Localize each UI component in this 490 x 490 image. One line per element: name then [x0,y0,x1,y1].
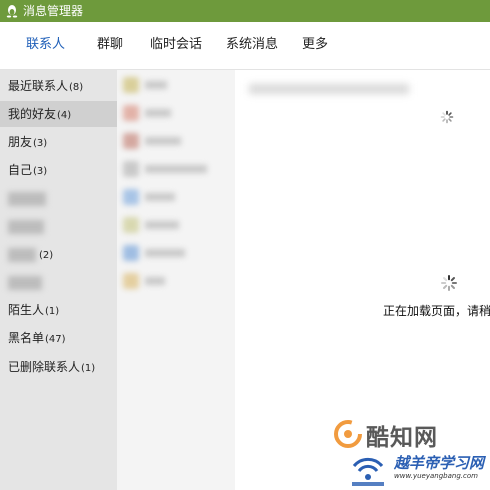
watermark-yueyang: 越羊帝学习网 www.yueyangbang.com [346,446,490,490]
list-item[interactable] [117,156,235,182]
sidebar-item-count: (4) [57,110,72,121]
blurred-group-name [8,219,44,234]
sidebar-item-self[interactable]: 自己(3) [0,157,117,183]
tab-bar: 联系人 群聊 临时会话 系统消息 更多 [0,22,490,70]
blurred-group-name [8,275,42,290]
loading-spinner-icon [441,275,457,291]
list-item[interactable] [117,212,235,238]
blurred-contact-name [145,221,179,229]
blurred-contact-name [145,165,207,173]
loading-spinner-icon [440,110,454,124]
tab-group-chats[interactable]: 群聊 [97,36,123,54]
sidebar-item-count: (3) [33,166,48,177]
wifi-logo-icon [352,457,384,486]
friend-list [117,70,235,490]
sidebar-item-deleted-contacts[interactable]: 已删除联系人(1) [0,354,117,380]
sidebar-item-count: (47) [45,334,66,345]
watermark-secondary-text: 越羊帝学习网 [394,454,485,472]
window-title: 消息管理器 [23,4,84,18]
avatar [123,161,139,177]
avatar [123,189,139,205]
list-item[interactable] [117,268,235,294]
tab-temporary-chats[interactable]: 临时会话 [150,36,202,54]
blurred-contact-name [145,137,181,145]
blurred-contact-name [145,277,165,285]
sidebar-item-blurred-group[interactable] [0,213,117,239]
avatar [123,245,139,261]
sidebar-item-label: 最近联系人 [8,79,69,93]
blurred-contact-name [145,109,171,117]
list-item[interactable] [117,184,235,210]
sidebar-item-blacklist[interactable]: 黑名单(47) [0,325,117,351]
blurred-contact-name [145,193,175,201]
tab-more[interactable]: 更多 [302,36,328,54]
sidebar-item-label: 已删除联系人 [8,360,81,374]
sidebar-item-my-friends[interactable]: 我的好友(4) [0,101,117,127]
sidebar-item-label: 陌生人 [8,303,45,317]
list-item[interactable] [117,128,235,154]
contact-group-sidebar: 最近联系人(8) 我的好友(4) 朋友(3) 自己(3) (2) 陌生人(1) … [0,70,117,490]
sidebar-item-label: 自己 [8,163,33,177]
loading-status-text: 正在加载页面，请稍 [383,304,490,318]
sidebar-item-label: 我的好友 [8,107,57,121]
sidebar-item-blurred-group[interactable] [0,185,117,211]
sidebar-item-count: (2) [39,250,54,261]
blurred-contact-name [145,249,185,257]
sidebar-item-count: (1) [45,306,60,317]
watermark-url: www.yueyangbang.com [394,472,478,480]
sidebar-item-label: 黑名单 [8,331,45,345]
title-bar: 消息管理器 [0,0,490,22]
sidebar-item-blurred-group[interactable]: (2) [0,241,117,267]
avatar [123,77,139,93]
sidebar-item-count: (8) [69,82,84,93]
sidebar-item-label: 朋友 [8,135,33,149]
blurred-group-name [8,191,46,206]
tab-system-messages[interactable]: 系统消息 [226,36,278,54]
blurred-contact-name [145,81,167,89]
list-item[interactable] [117,72,235,98]
list-item[interactable] [117,240,235,266]
sidebar-item-count: (1) [81,363,96,374]
blurred-conversation-header [249,84,409,94]
sidebar-item-friends[interactable]: 朋友(3) [0,129,117,155]
sidebar-item-strangers[interactable]: 陌生人(1) [0,297,117,323]
avatar [123,105,139,121]
sidebar-item-recent-contacts[interactable]: 最近联系人(8) [0,73,117,99]
tab-contacts[interactable]: 联系人 [26,36,65,54]
qq-penguin-icon [5,4,19,18]
avatar [123,217,139,233]
avatar [123,133,139,149]
list-item[interactable] [117,100,235,126]
avatar [123,273,139,289]
blurred-group-name [8,247,36,262]
sidebar-item-blurred-group[interactable] [0,269,117,295]
sidebar-item-count: (3) [33,138,48,149]
